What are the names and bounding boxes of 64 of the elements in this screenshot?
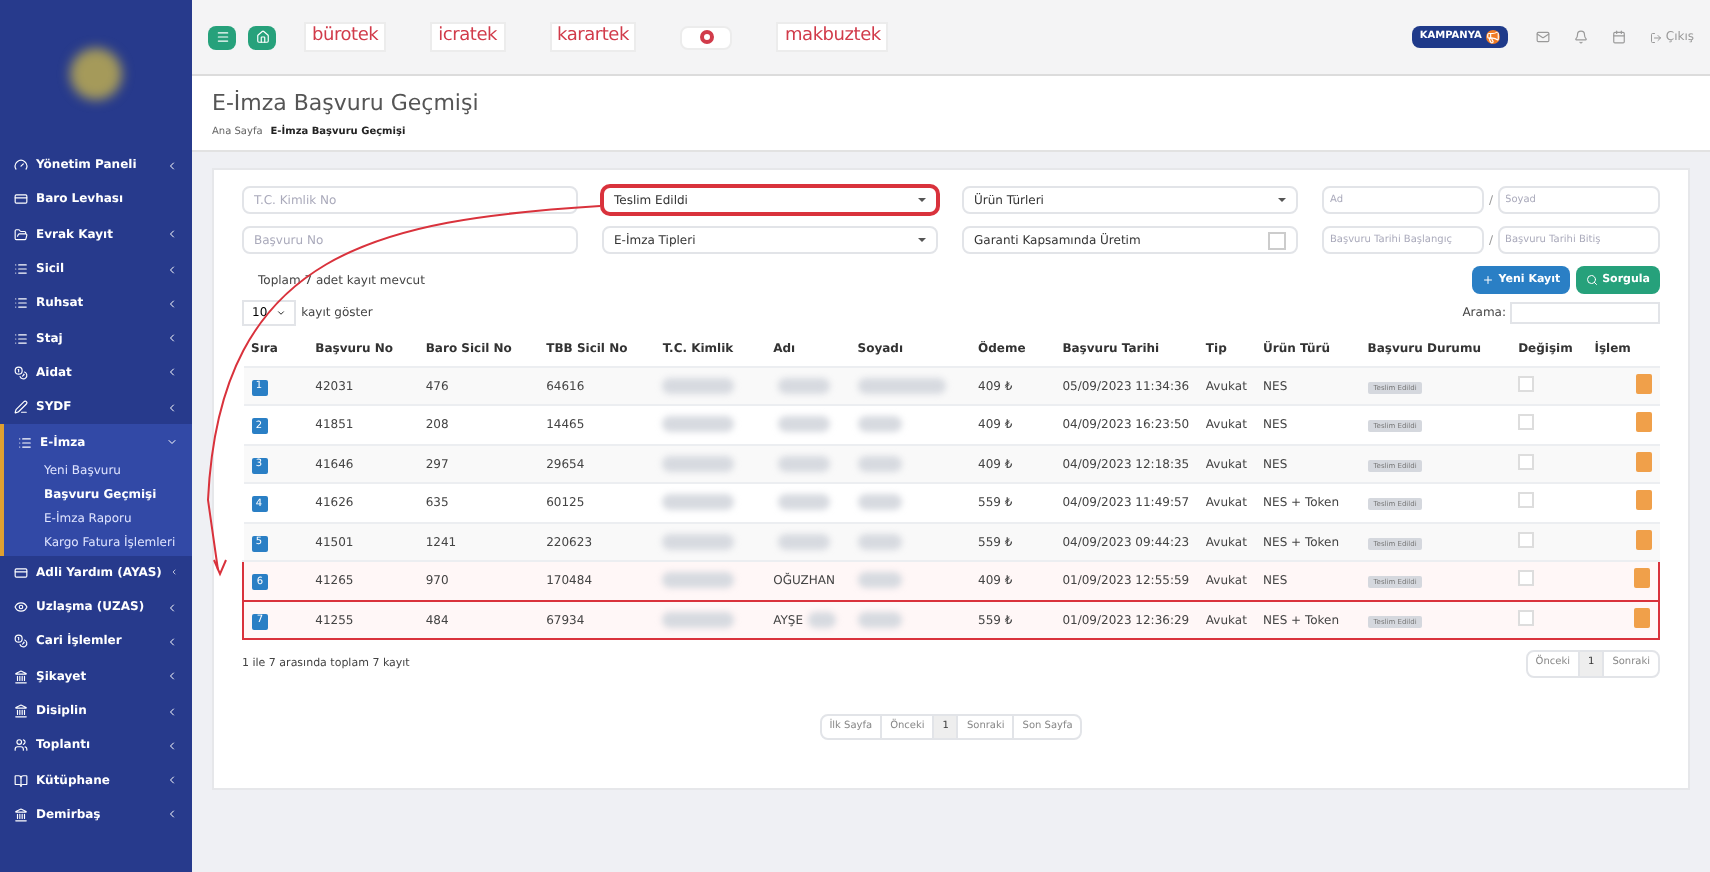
list-icon [14,331,28,346]
blurred-text [662,533,735,550]
users-icon [14,738,28,753]
blurred-text [857,494,902,511]
megaphone-icon [1485,30,1500,44]
home-button[interactable] [248,25,276,49]
folder-icon [14,227,28,242]
logo[interactable]: bürotek [304,21,387,53]
blurred-text [662,416,735,433]
blurred-text [807,611,835,628]
blurred-text [777,416,830,433]
blurred-text [857,533,902,550]
avatar [70,48,122,100]
coins-icon [14,634,28,649]
checkbox[interactable] [1518,609,1535,625]
eye-icon [14,600,28,615]
blurred-text [662,494,735,511]
blurred-text [857,572,902,589]
menu-icon [215,30,229,44]
building-icon [14,704,28,718]
blurred-text [777,455,830,472]
logo[interactable]: makbuztek [776,21,889,53]
plus-icon [1482,274,1495,287]
blurred-text [777,377,830,394]
list-icon [14,296,28,311]
checkbox[interactable] [1518,570,1535,586]
blurred-text [857,455,902,472]
blurred-text [857,416,902,433]
pen-icon [14,400,28,415]
search-icon [1586,274,1599,287]
page-title: E-İmza Başvuru Geçmişi [212,88,481,120]
card-icon [14,565,28,580]
round-logo[interactable] [680,25,733,49]
checkbox[interactable] [1518,414,1535,430]
checkbox[interactable] [1518,453,1535,469]
checkbox[interactable] [1518,492,1535,508]
building-icon [14,669,28,684]
checkbox[interactable] [1518,531,1535,547]
blurred-text [662,455,735,472]
chevron-down-icon [275,308,286,319]
menu-button[interactable] [208,25,236,49]
blurred-text [662,611,735,628]
home-icon [255,30,269,44]
logo[interactable]: icratek [430,21,506,53]
gauge-icon [14,158,28,173]
logo[interactable]: karartek [549,21,637,53]
blurred-text [777,533,830,550]
card-icon [14,192,28,207]
blurred-text [857,611,902,628]
blurred-text [777,494,830,511]
blurred-text [857,377,946,394]
book-icon [14,773,28,788]
checkbox[interactable] [1518,375,1535,391]
blurred-text [662,377,735,394]
coins-icon [14,365,28,380]
list-icon [14,262,28,277]
list-icon [18,435,32,450]
calendar-icon[interactable] [1611,30,1626,44]
logout-icon [1649,31,1662,43]
blurred-text [662,572,735,589]
search-field[interactable] [1510,302,1660,325]
building-icon [14,807,28,822]
bell-icon[interactable] [1573,30,1588,44]
mail-icon[interactable] [1535,30,1550,44]
